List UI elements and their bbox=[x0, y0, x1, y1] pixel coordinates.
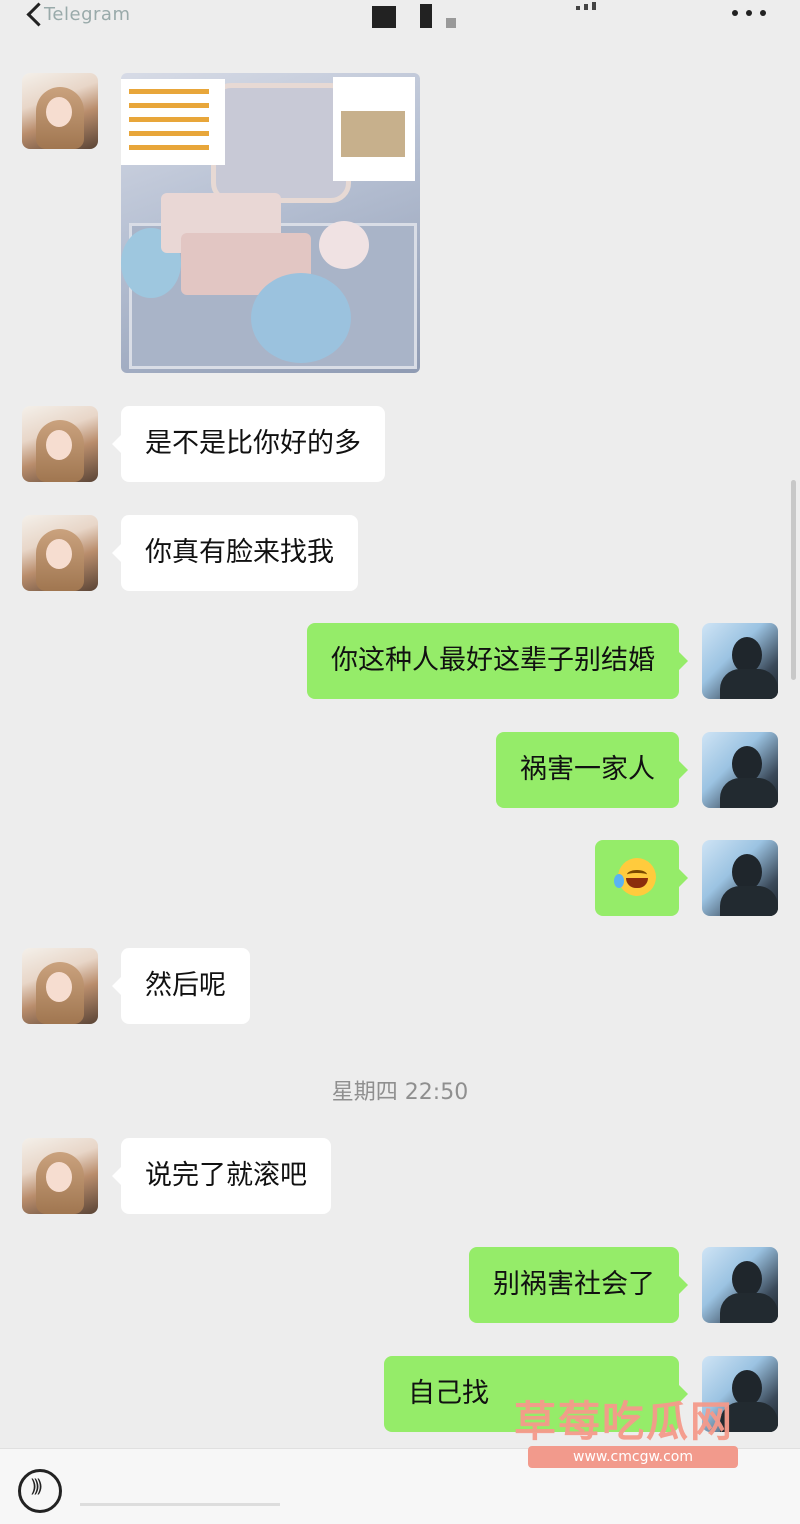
message-bubble-outgoing[interactable]: 你这种人最好这辈子别结婚 bbox=[307, 623, 688, 699]
message-bubble-incoming[interactable]: 说完了就滚吧 bbox=[112, 1138, 331, 1214]
crying-laughing-emoji-icon bbox=[614, 857, 656, 896]
self-avatar[interactable] bbox=[702, 840, 778, 916]
self-avatar[interactable] bbox=[702, 732, 778, 808]
message-bubble-outgoing[interactable]: 别祸害社会了 bbox=[469, 1247, 688, 1323]
self-avatar[interactable] bbox=[702, 1247, 778, 1323]
watermark-url: www.cmcgw.com bbox=[528, 1446, 738, 1468]
self-avatar[interactable] bbox=[702, 623, 778, 699]
watermark-title: 草莓吃瓜网 bbox=[514, 1397, 735, 1446]
voice-input-icon[interactable] bbox=[18, 1469, 62, 1513]
message-bubble-outgoing[interactable] bbox=[595, 840, 688, 916]
message-bubble-incoming[interactable]: 是不是比你好的多 bbox=[112, 406, 385, 482]
message-bubble-outgoing[interactable]: 祸害一家人 bbox=[496, 732, 688, 808]
message-bubble-incoming[interactable]: 然后呢 bbox=[112, 948, 250, 1024]
contact-avatar[interactable] bbox=[22, 948, 98, 1024]
app-label: Telegram bbox=[44, 4, 131, 25]
image-message[interactable] bbox=[121, 73, 420, 373]
watermark: 草莓吃瓜网 www.cmcgw.com bbox=[508, 1388, 768, 1478]
top-bar: Telegram bbox=[0, 0, 800, 48]
message-input[interactable] bbox=[80, 1503, 280, 1506]
contact-avatar[interactable] bbox=[22, 515, 98, 591]
contact-avatar[interactable] bbox=[22, 406, 98, 482]
signal-icon bbox=[576, 0, 616, 10]
contact-avatar[interactable] bbox=[22, 1138, 98, 1214]
chat-title-redacted bbox=[372, 4, 462, 30]
contact-avatar[interactable] bbox=[22, 73, 98, 149]
scrollbar[interactable] bbox=[791, 480, 796, 680]
message-bubble-incoming[interactable]: 你真有脸来找我 bbox=[112, 515, 358, 591]
more-dots-icon[interactable] bbox=[730, 4, 770, 24]
chat-timestamp: 星期四 22:50 bbox=[331, 1080, 469, 1105]
